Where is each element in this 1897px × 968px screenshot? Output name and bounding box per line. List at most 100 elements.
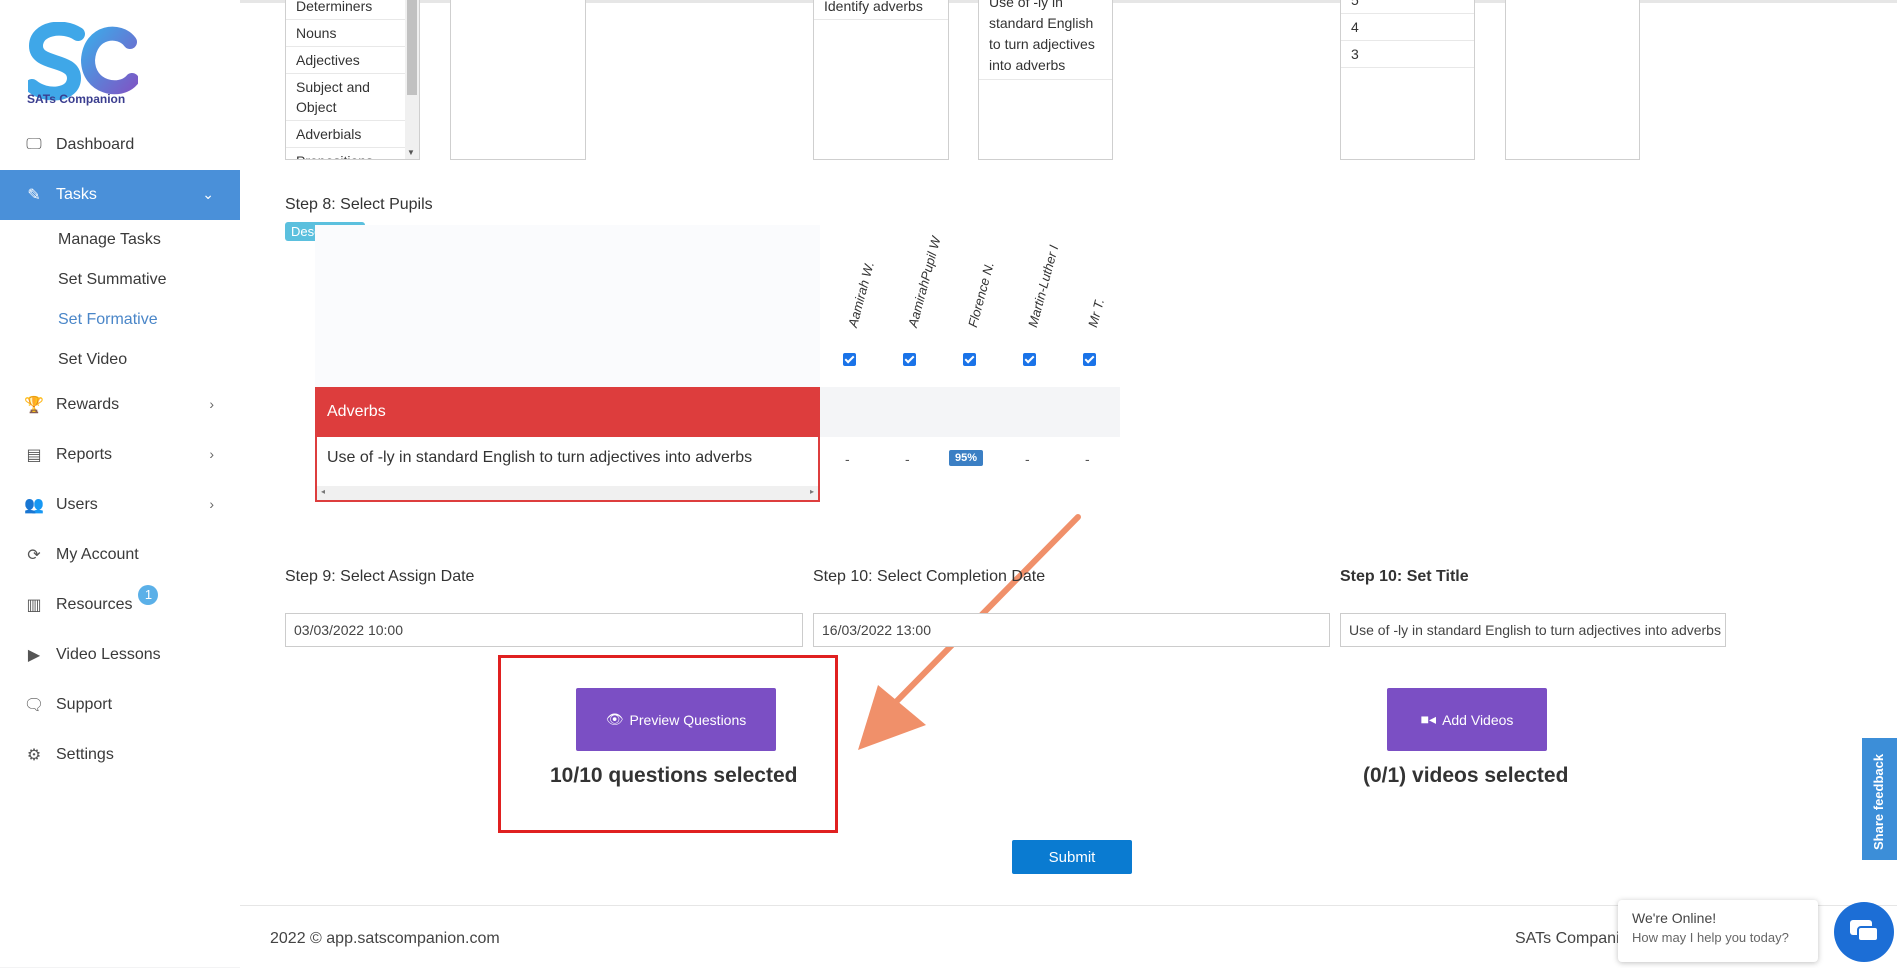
sidebar-item-label: Rewards (56, 396, 120, 413)
topic-select-list[interactable]: Determiners Nouns Adjectives Subject and… (285, 0, 420, 160)
horizontal-scrollbar[interactable]: ◂ ▸ (317, 486, 818, 500)
list-item[interactable]: Adjectives (286, 47, 419, 74)
annotation-highlight-box (498, 655, 838, 833)
list-item[interactable]: 5 (1341, 0, 1474, 14)
chat-icon: 🗨 (23, 697, 45, 714)
chat-greeting-bubble[interactable]: We're Online! How may I help you today? (1618, 900, 1818, 962)
scrollbar-thumb[interactable] (407, 0, 417, 95)
list-item[interactable]: Prepositions (286, 148, 419, 159)
videos-selected-count: (0/1) videos selected (1363, 764, 1569, 787)
document-icon: ▥ (26, 597, 42, 614)
chevron-right-icon: › (209, 396, 214, 412)
score-cell: - (1085, 451, 1090, 467)
sidebar-item-resources[interactable]: ▥ Resources 1 (0, 580, 240, 630)
sidebar-item-support[interactable]: 🗨 Support (0, 680, 240, 730)
monitor-icon: 🖵 (26, 136, 42, 153)
objective-select-list-b[interactable]: Use of -ly in standard English to turn a… (978, 0, 1113, 160)
objective-cell: Use of -ly in standard English to turn a… (315, 437, 820, 502)
list-item[interactable]: 3 (1341, 41, 1474, 68)
sidebar-subitem-manage-tasks[interactable]: Manage Tasks (0, 220, 240, 260)
sidebar-item-users[interactable]: 👥 Users › (0, 480, 240, 530)
sidebar-item-label: Support (56, 696, 113, 713)
sidebar-item-settings[interactable]: ⚙ Settings (0, 730, 240, 780)
pupil-checkbox[interactable] (963, 353, 976, 366)
chevron-right-icon: › (209, 496, 214, 512)
sidebar: SATs Companion 🖵 Dashboard ✎ Tasks ⌄ Man… (0, 0, 240, 967)
sidebar-nav: 🖵 Dashboard ✎ Tasks ⌄ Manage Tasks Set S… (0, 120, 240, 780)
share-feedback-tab[interactable]: Share feedback (1862, 738, 1897, 860)
resources-badge: 1 (138, 585, 159, 605)
pupil-checkbox[interactable] (903, 353, 916, 366)
score-cell: - (845, 451, 850, 467)
scroll-left-arrow-icon[interactable]: ◂ (321, 487, 325, 496)
chat-greeting-line1: We're Online! (1632, 910, 1717, 926)
submit-button[interactable]: Submit (1012, 840, 1132, 874)
video-file-icon: ▶ (27, 647, 41, 664)
pupil-selection-table: Aamirah W. AamirahPupil W Florence N. Ma… (315, 225, 1120, 502)
list-item[interactable]: Adverbials (286, 121, 419, 148)
pupil-name: Martin-Luther I (1025, 243, 1062, 329)
list-item[interactable]: Use of -ly in standard English to turn a… (979, 0, 1112, 80)
step9-label: Step 9: Select Assign Date (285, 568, 475, 585)
topic-row-header: Adverbs (315, 387, 820, 437)
logo-text: SATs Companion (27, 92, 126, 106)
task-title-input[interactable]: Use of -ly in standard English to turn a… (1340, 613, 1726, 647)
gear-icon: ⚙ (26, 747, 42, 764)
chevron-right-icon: › (209, 446, 214, 462)
extra-select-list[interactable] (1505, 0, 1640, 160)
tasks-icon: ✎ (27, 187, 41, 204)
sidebar-item-label: My Account (56, 546, 139, 563)
pupil-checkbox[interactable] (1023, 353, 1036, 366)
objective-text: Use of -ly in standard English to turn a… (327, 449, 753, 466)
sidebar-item-my-account[interactable]: ⟳ My Account (0, 530, 240, 580)
pupil-name: Florence N. (965, 260, 997, 329)
objective-select-list-a[interactable]: Identify adverbs (813, 0, 949, 160)
trophy-icon: 🏆 (24, 397, 44, 414)
sidebar-item-video-lessons[interactable]: ▶ Video Lessons (0, 630, 240, 680)
sidebar-item-label: Dashboard (56, 136, 135, 153)
users-icon: 👥 (24, 497, 44, 514)
assign-date-input[interactable]: 03/03/2022 10:00 (285, 613, 803, 647)
pupil-checkbox[interactable] (843, 353, 856, 366)
report-icon: ▤ (26, 447, 42, 464)
scroll-down-arrow-icon[interactable]: ▼ (407, 148, 415, 157)
sidebar-subitem-set-summative[interactable]: Set Summative (0, 260, 240, 300)
list-item[interactable]: Identify adverbs (814, 0, 948, 20)
pupil-name: AamirahPupil W (905, 234, 944, 329)
step8-label: Step 8: Select Pupils (285, 196, 433, 213)
sidebar-item-reports[interactable]: ▤ Reports › (0, 430, 240, 480)
share-feedback-label: Share feedback (1871, 753, 1886, 850)
account-icon: ⟳ (27, 547, 41, 564)
pupil-name: Mr T. (1085, 296, 1108, 329)
sidebar-item-label: Tasks (56, 186, 97, 203)
chat-bubbles-icon (1850, 920, 1879, 942)
step10-completion-label: Step 10: Select Completion Date (813, 568, 1046, 585)
sidebar-item-tasks[interactable]: ✎ Tasks ⌄ (0, 170, 240, 220)
pupil-name: Aamirah W. (845, 259, 877, 329)
table-header-blank (315, 225, 820, 387)
add-videos-button[interactable]: ■◂ Add Videos (1387, 688, 1547, 751)
sidebar-item-rewards[interactable]: 🏆 Rewards › (0, 380, 240, 430)
live-chat-button[interactable] (1834, 902, 1894, 962)
sidebar-subitem-set-video[interactable]: Set Video (0, 340, 240, 380)
completion-date-input[interactable]: 16/03/2022 13:00 (813, 613, 1330, 647)
score-badge: 95% (949, 450, 984, 466)
sidebar-item-label: Video Lessons (56, 646, 161, 663)
scrollbar[interactable]: ▼ (405, 0, 419, 159)
scroll-right-arrow-icon[interactable]: ▸ (810, 487, 814, 496)
chevron-down-icon: ⌄ (202, 186, 214, 202)
year-select-list[interactable]: 5 4 3 (1340, 0, 1475, 160)
sidebar-item-label: Reports (56, 446, 113, 463)
sidebar-item-label: Resources (56, 596, 133, 613)
list-item[interactable]: Determiners (286, 0, 419, 20)
list-item[interactable]: 4 (1341, 14, 1474, 41)
subtopic-select-list[interactable] (450, 0, 586, 160)
sidebar-subitem-set-formative[interactable]: Set Formative (0, 300, 240, 340)
footer-copyright: 2022 © app.satscompanion.com (270, 930, 500, 947)
score-cell: - (905, 451, 910, 467)
list-item[interactable]: Subject and Object (286, 74, 419, 121)
pupil-checkbox[interactable] (1083, 353, 1096, 366)
list-item[interactable]: Nouns (286, 20, 419, 47)
sidebar-item-dashboard[interactable]: 🖵 Dashboard (0, 120, 240, 170)
video-camera-icon: ■◂ (1420, 711, 1437, 727)
